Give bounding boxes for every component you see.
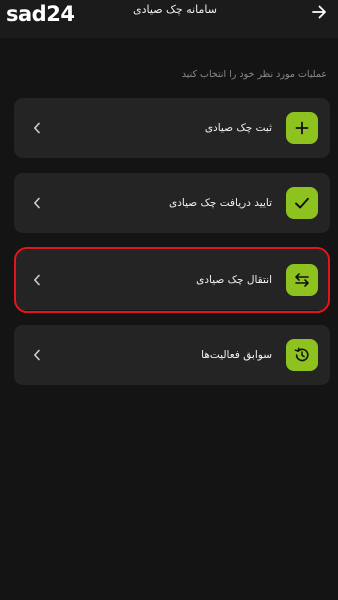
option-label: ثبت چک صیادی	[204, 122, 272, 134]
option-label: سوابق فعالیت‌ها	[201, 349, 272, 361]
option-register-cheque[interactable]: ثبت چک صیادی	[14, 98, 330, 158]
instruction-text: عملیات مورد نظر خود را انتخاب کنید	[181, 69, 327, 80]
arrow-right-icon	[312, 5, 326, 19]
app-header: sad24 سامانه چک صیادی	[0, 0, 338, 38]
chevron-left-icon	[32, 348, 42, 362]
option-icon-box	[286, 187, 318, 219]
check-icon	[295, 197, 309, 209]
plus-icon	[295, 121, 309, 135]
back-button[interactable]	[306, 0, 332, 24]
option-icon-box	[286, 112, 318, 144]
option-icon-box	[286, 339, 318, 371]
page-title: سامانه چک صیادی	[133, 3, 217, 16]
chevron-left-icon	[32, 196, 42, 210]
option-label: تایید دریافت چک صیادی	[168, 197, 272, 209]
highlight-outline	[14, 247, 330, 313]
watermark-logo: sad24	[6, 2, 75, 26]
chevron-left-icon	[32, 121, 42, 135]
history-icon	[294, 347, 309, 362]
option-activity-history[interactable]: سوابق فعالیت‌ها	[14, 325, 330, 385]
option-confirm-receipt[interactable]: تایید دریافت چک صیادی	[14, 173, 330, 233]
